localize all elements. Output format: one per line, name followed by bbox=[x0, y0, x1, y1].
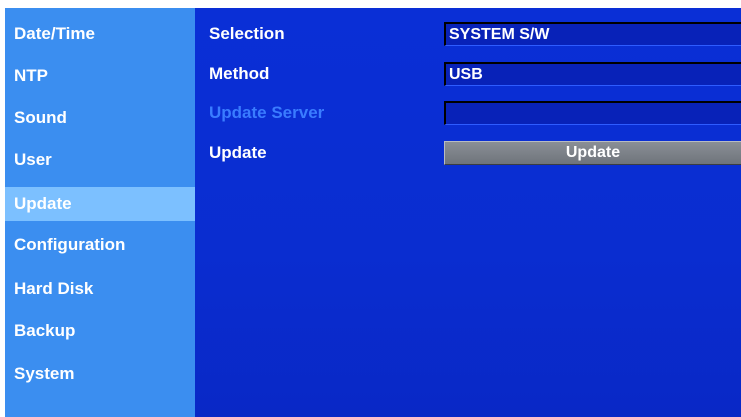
sidebar-item-sound[interactable]: Sound bbox=[5, 101, 195, 135]
sidebar-item-hard-disk[interactable]: Hard Disk bbox=[5, 272, 195, 306]
update-label: Update bbox=[209, 143, 267, 162]
sidebar-item-label: User bbox=[14, 150, 52, 169]
update-server-label: Update Server bbox=[209, 103, 325, 122]
sidebar-item-update[interactable]: Update bbox=[5, 187, 195, 221]
sidebar-item-label: Date/Time bbox=[14, 24, 95, 43]
sidebar-item-system[interactable]: System bbox=[5, 357, 195, 391]
sidebar-item-configuration[interactable]: Configuration bbox=[5, 228, 195, 262]
selection-field[interactable]: SYSTEM S/W bbox=[444, 22, 741, 46]
sidebar-item-label: System bbox=[14, 364, 75, 383]
sidebar: Date/Time NTP Sound User Update Configur… bbox=[5, 8, 195, 417]
sidebar-item-ntp[interactable]: NTP bbox=[5, 59, 195, 93]
sidebar-item-label: Update bbox=[14, 194, 72, 213]
sidebar-item-label: Sound bbox=[14, 108, 67, 127]
selection-value: SYSTEM S/W bbox=[449, 25, 550, 43]
method-field[interactable]: USB bbox=[444, 62, 741, 86]
sidebar-item-user[interactable]: User bbox=[5, 143, 195, 177]
sidebar-item-date-time[interactable]: Date/Time bbox=[5, 17, 195, 51]
sidebar-item-backup[interactable]: Backup bbox=[5, 314, 195, 348]
sidebar-item-label: Configuration bbox=[14, 235, 126, 254]
update-button[interactable]: Update bbox=[444, 141, 741, 165]
update-server-field bbox=[444, 101, 741, 125]
update-settings-panel: Selection SYSTEM S/W Method USB Update S… bbox=[195, 8, 741, 417]
sidebar-item-label: Hard Disk bbox=[14, 279, 94, 298]
method-value: USB bbox=[449, 65, 483, 83]
sidebar-item-label: NTP bbox=[14, 66, 48, 85]
sidebar-item-label: Backup bbox=[14, 321, 76, 340]
settings-window: Date/Time NTP Sound User Update Configur… bbox=[0, 0, 741, 417]
selection-label: Selection bbox=[209, 24, 285, 43]
method-label: Method bbox=[209, 64, 270, 83]
